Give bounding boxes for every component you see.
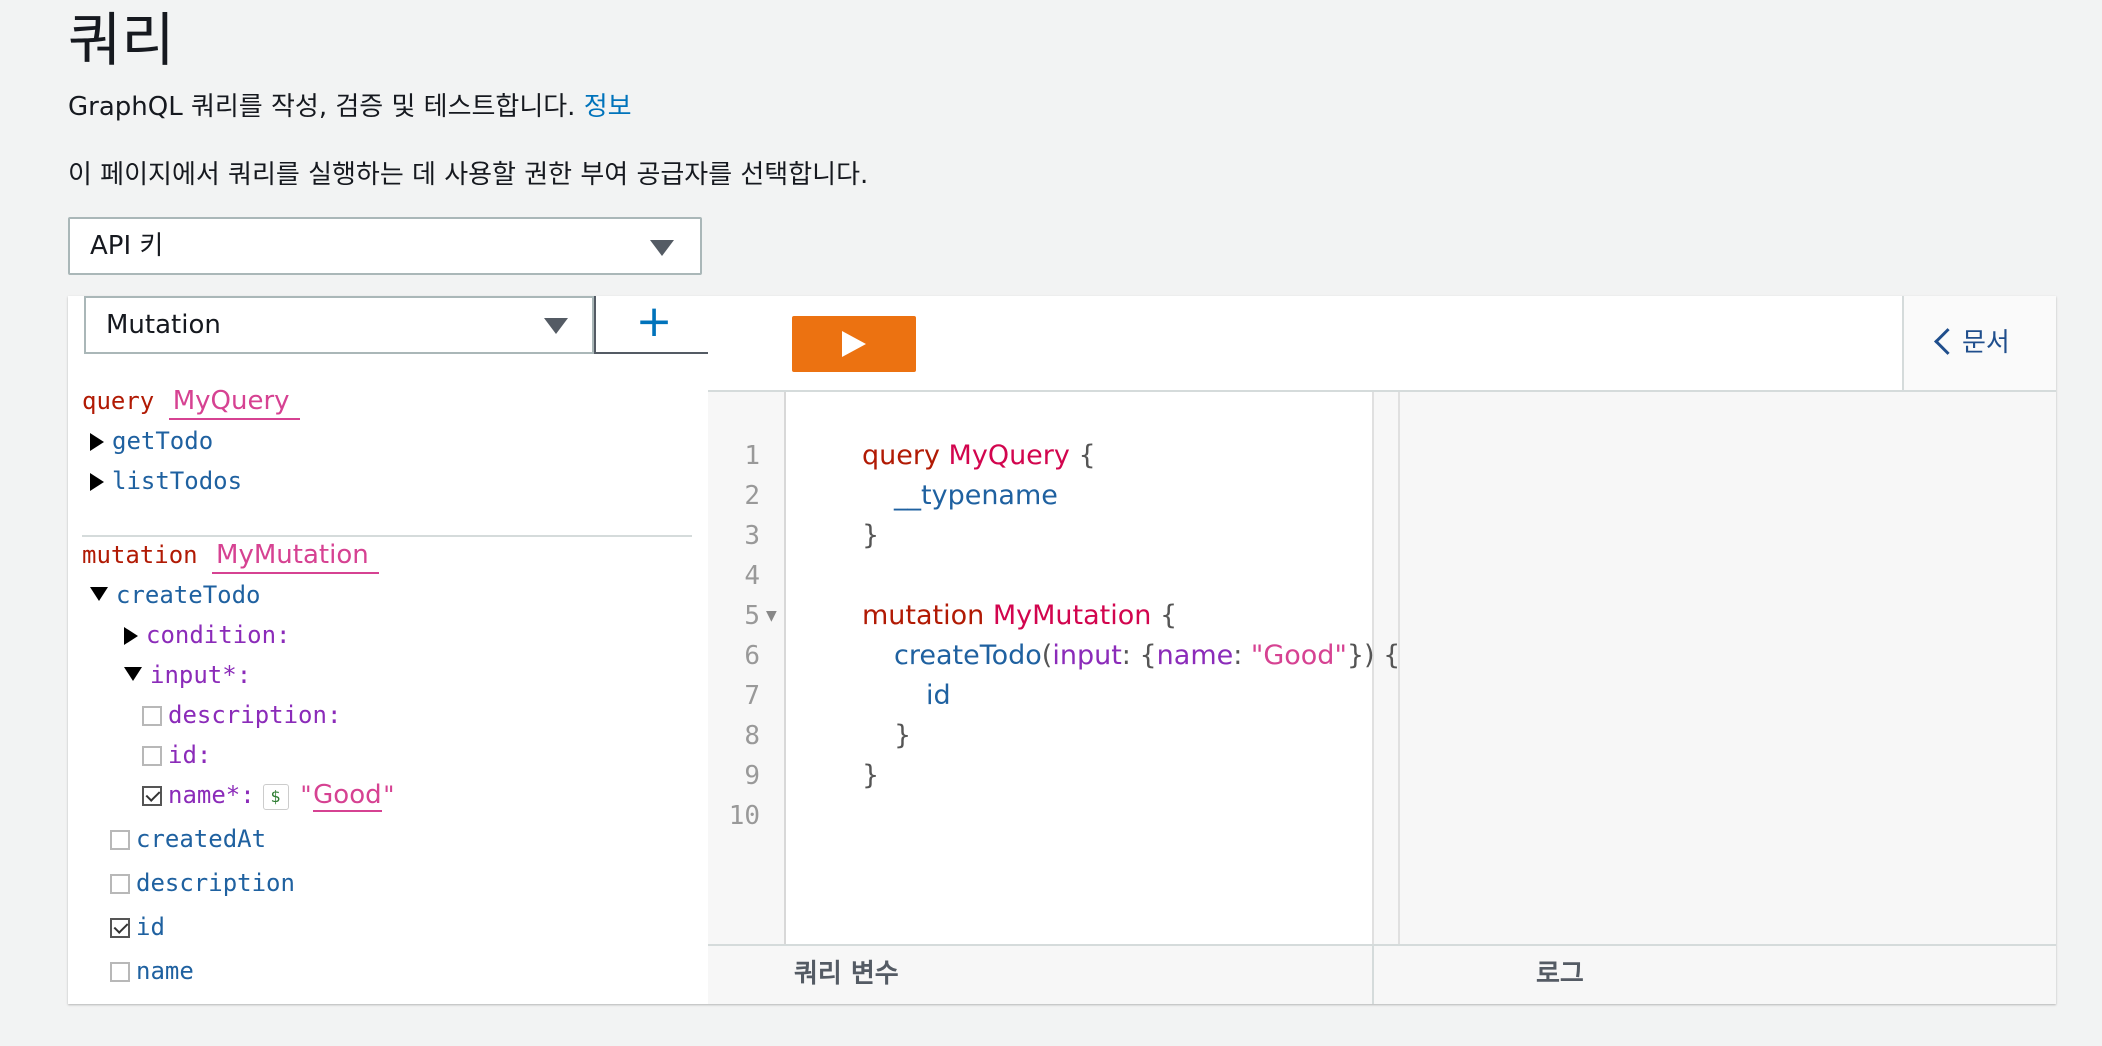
result-pane xyxy=(1400,392,2056,944)
checkbox-unchecked[interactable] xyxy=(110,874,130,894)
editor-area: 문서 1 2 3 4 5 ▼ 6 7 8 9 10 query MyQuery … xyxy=(708,296,2056,1004)
code-line-2: __typename xyxy=(894,480,1058,511)
tree-return-description[interactable]: description xyxy=(110,868,295,898)
page-subtitle: GraphQL 쿼리를 작성, 검증 및 테스트합니다. 정보 xyxy=(68,90,632,124)
tree-input-name[interactable]: name*: $ "Good" xyxy=(142,780,397,812)
checkbox-checked[interactable] xyxy=(110,918,130,938)
query-keyword: query xyxy=(82,387,155,415)
line-number: 3 xyxy=(744,521,760,551)
arg-label: id: xyxy=(168,741,212,769)
tree-input-description[interactable]: description: xyxy=(142,700,341,730)
caret-down-icon xyxy=(544,318,568,334)
docs-button[interactable]: 문서 xyxy=(1902,296,2056,390)
line-number: 10 xyxy=(728,801,760,831)
fold-arrow-icon[interactable]: ▼ xyxy=(766,596,777,636)
add-operation-button[interactable]: + xyxy=(594,296,708,354)
operation-type-value: Mutation xyxy=(106,310,221,340)
code-line-3: } xyxy=(862,520,880,551)
bottom-divider xyxy=(1372,946,1374,1004)
checkbox-unchecked[interactable] xyxy=(110,962,130,982)
name-value-input[interactable]: Good xyxy=(313,780,382,812)
code-line-8: } xyxy=(894,720,912,751)
line-number: 5 xyxy=(744,601,760,631)
arg-label: condition: xyxy=(146,621,291,649)
explorer-pane: Mutation + query MyQuery getTodo listTod… xyxy=(68,296,708,1004)
field-label: getTodo xyxy=(112,427,214,455)
quote-open: " xyxy=(298,781,314,809)
line-number: 6 xyxy=(744,641,760,671)
tree-item-listTodos[interactable]: listTodos xyxy=(90,466,242,496)
arg-label: name*: xyxy=(168,781,255,809)
query-variables-tab[interactable]: 쿼리 변수 xyxy=(794,946,899,1002)
variable-toggle-button[interactable]: $ xyxy=(262,784,289,810)
mutation-name-input[interactable]: MyMutation xyxy=(212,540,379,574)
checkbox-checked[interactable] xyxy=(142,786,162,806)
line-number: 9 xyxy=(744,761,760,791)
code-line-9: } xyxy=(862,760,880,791)
expand-down-icon xyxy=(124,667,142,681)
docs-label: 문서 xyxy=(1962,328,2010,358)
tree-item-createTodo[interactable]: createTodo xyxy=(90,580,261,610)
field-label: description xyxy=(136,869,295,897)
line-number: 4 xyxy=(744,561,760,591)
expand-down-icon xyxy=(90,587,108,601)
line-number: 2 xyxy=(744,481,760,511)
info-link[interactable]: 정보 xyxy=(584,92,632,122)
line-number: 1 xyxy=(744,441,760,471)
query-name-input[interactable]: MyQuery xyxy=(168,386,300,420)
arg-label: description: xyxy=(168,701,342,729)
expand-right-icon xyxy=(90,433,104,451)
tree-input-id[interactable]: id: xyxy=(142,740,211,770)
quote-close: " xyxy=(381,781,397,809)
tree-return-id[interactable]: id xyxy=(110,912,165,942)
caret-down-icon xyxy=(650,240,674,256)
editor-toolbar: 문서 xyxy=(708,296,2056,392)
arg-label: input*: xyxy=(150,661,252,689)
field-label: name xyxy=(136,957,194,985)
field-label: listTodos xyxy=(112,467,243,495)
checkbox-unchecked[interactable] xyxy=(142,706,162,726)
tree-item-getTodo[interactable]: getTodo xyxy=(90,426,213,456)
auth-provider-select[interactable]: API 키 xyxy=(68,217,702,275)
code-line-5: mutation MyMutation { xyxy=(862,600,1178,631)
code-line-1: query MyQuery { xyxy=(862,440,1096,471)
code-line-7: id xyxy=(926,680,951,711)
tree-arg-condition[interactable]: condition: xyxy=(124,620,291,650)
run-button[interactable] xyxy=(792,316,916,372)
play-icon xyxy=(842,331,866,357)
mutation-operation-header: mutation MyMutation xyxy=(82,540,379,574)
mutation-keyword: mutation xyxy=(82,541,198,569)
checkbox-unchecked[interactable] xyxy=(110,830,130,850)
tree-arg-input[interactable]: input*: xyxy=(124,660,251,690)
line-number: 8 xyxy=(744,721,760,751)
query-operation-header: query MyQuery xyxy=(82,386,300,420)
page-title: 쿼리 xyxy=(68,6,175,74)
tree-return-name[interactable]: name xyxy=(110,956,194,986)
auth-prompt: 이 페이지에서 쿼리를 실행하는 데 사용할 권한 부여 공급자를 선택합니다. xyxy=(68,160,869,190)
bottom-bar: 쿼리 변수 로그 xyxy=(708,944,2056,1004)
field-label: createdAt xyxy=(136,825,267,853)
chevron-left-icon xyxy=(1934,328,1961,355)
subtitle-text: GraphQL 쿼리를 작성, 검증 및 테스트합니다. xyxy=(68,92,576,122)
field-label: createTodo xyxy=(116,581,261,609)
operation-type-select[interactable]: Mutation xyxy=(84,296,594,354)
line-number: 7 xyxy=(744,681,760,711)
field-label: id xyxy=(136,913,165,941)
query-editor-panel: Mutation + query MyQuery getTodo listTod… xyxy=(68,296,2056,1004)
line-number-gutter: 1 2 3 4 5 ▼ 6 7 8 9 10 xyxy=(708,392,786,944)
auth-provider-value: API 키 xyxy=(90,231,164,261)
explorer-divider xyxy=(82,535,692,537)
logs-tab[interactable]: 로그 xyxy=(1536,946,1584,1002)
code-line-6: createTodo(input: {name: "Good"}) { xyxy=(894,640,1401,671)
expand-right-icon xyxy=(124,627,138,645)
expand-right-icon xyxy=(90,473,104,491)
checkbox-unchecked[interactable] xyxy=(142,746,162,766)
tree-return-createdAt[interactable]: createdAt xyxy=(110,824,266,854)
